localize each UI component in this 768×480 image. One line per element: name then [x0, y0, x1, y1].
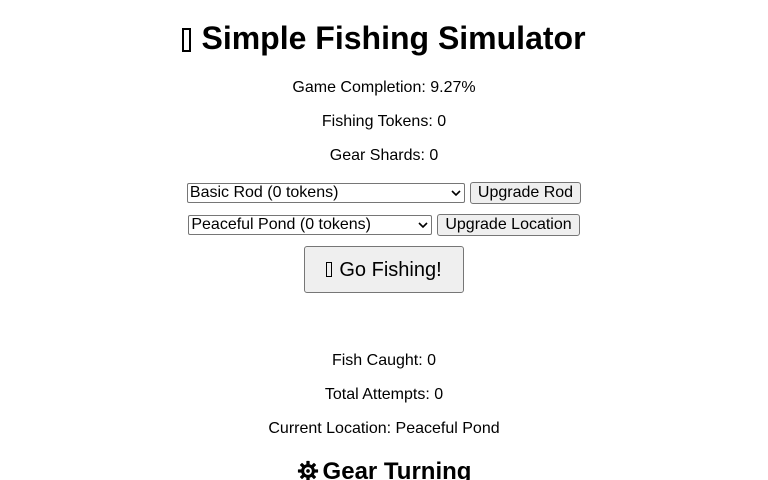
location-select-value: Peaceful Pond (0 tokens)	[191, 216, 372, 233]
location-select[interactable]: Peaceful Pond (0 tokens)	[188, 215, 433, 235]
fish-caught: Fish Caught: 0	[331, 352, 437, 369]
location-row: Peaceful Pond (0 tokens) Upgrade Locatio…	[0, 214, 768, 236]
total-attempts: Total Attempts: 0	[324, 386, 444, 403]
gear-icon	[297, 460, 318, 480]
upgrade-rod-button[interactable]: Upgrade Rod	[469, 182, 582, 204]
gear-turning-heading: Gear Turning	[0, 457, 768, 480]
go-fishing-button[interactable]: Go Fishing!	[304, 246, 464, 293]
chevron-down-icon	[418, 222, 428, 229]
fishing-tokens: Fishing Tokens: 0	[321, 113, 447, 130]
gear-turning-heading-text: Gear Turning	[322, 458, 472, 480]
current-location: Current Location: Peaceful Pond	[268, 420, 500, 437]
rod-select-value: Basic Rod (0 tokens)	[189, 184, 339, 201]
fishing-pole-emoji-icon	[326, 262, 333, 277]
upgrade-location-button[interactable]: Upgrade Location	[437, 214, 580, 236]
gear-shards: Gear Shards: 0	[329, 147, 439, 164]
page-title: Simple Fishing Simulator	[0, 18, 768, 58]
rod-row: Basic Rod (0 tokens) Upgrade Rod	[0, 182, 768, 204]
game-completion: Game Completion: 9.27%	[292, 79, 476, 96]
page-title-text: Simple Fishing Simulator	[201, 20, 586, 56]
chevron-down-icon	[451, 190, 461, 197]
fish-emoji-icon	[182, 28, 192, 52]
go-fishing-label: Go Fishing!	[339, 258, 442, 281]
rod-select[interactable]: Basic Rod (0 tokens)	[186, 183, 465, 203]
